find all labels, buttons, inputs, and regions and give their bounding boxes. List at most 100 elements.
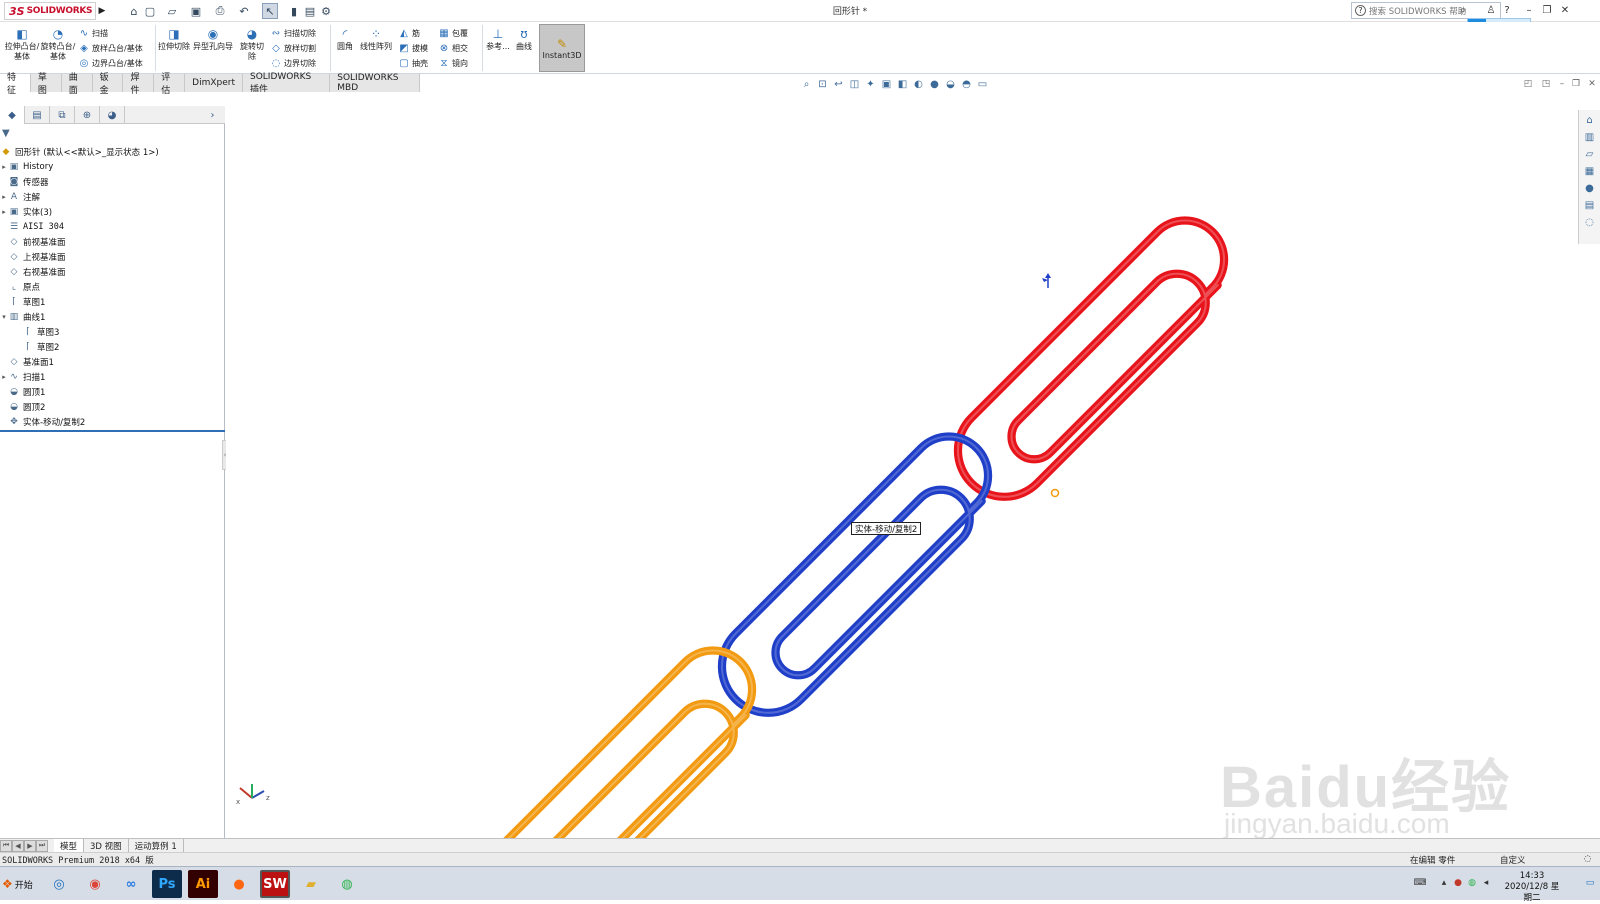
zoom-to-area-icon[interactable]: ⊡ bbox=[816, 78, 829, 91]
viewport-maximize-icon[interactable]: ◳ bbox=[1540, 78, 1552, 90]
curves-button[interactable]: ʊ 曲线 bbox=[512, 26, 536, 52]
tree-item-sketch1[interactable]: ⌈ 草图1 bbox=[0, 294, 225, 309]
tab-evaluate[interactable]: 评估 bbox=[154, 73, 186, 96]
tree-item-right-plane[interactable]: ◇ 右视基准面 bbox=[0, 264, 225, 279]
tree-toggle[interactable]: ▸ bbox=[0, 373, 8, 381]
volume-tray-icon[interactable]: ◂ bbox=[1480, 877, 1492, 889]
last-tab-arrow-icon[interactable]: ⏭ bbox=[36, 839, 48, 852]
select-pointer-icon[interactable]: ↖ bbox=[262, 3, 278, 19]
restore-icon[interactable]: ❐ bbox=[1540, 2, 1554, 18]
tree-item-plane1[interactable]: ◇ 基准面1 bbox=[0, 354, 225, 369]
tree-filter-icon[interactable]: ▼ bbox=[2, 126, 223, 140]
edit-appearance-icon[interactable]: ● bbox=[928, 78, 941, 91]
tab-sketch[interactable]: 草图 bbox=[30, 73, 62, 96]
tree-item-solid-bodies[interactable]: ▸ ▣ 实体(3) bbox=[0, 204, 225, 219]
solidworks-app-icon[interactable]: SW bbox=[260, 870, 290, 898]
extrude-boss-button[interactable]: ◧ 拉伸凸台/基体 bbox=[4, 26, 40, 62]
show-desktop-icon[interactable]: ▭ bbox=[1584, 877, 1596, 889]
fillet-button[interactable]: ◜ 圆角 bbox=[334, 26, 356, 52]
browser-app-icon[interactable]: ◎ bbox=[44, 870, 74, 898]
reference-geometry-button[interactable]: ⊥ 参考... bbox=[485, 26, 511, 52]
instant3d-button[interactable]: ✎ Instant3D bbox=[539, 24, 585, 72]
property-manager-tab-icon[interactable]: ▤ bbox=[25, 106, 50, 124]
wrap-button[interactable]: ▦ 包覆 bbox=[438, 27, 468, 39]
tree-item-move-copy2[interactable]: ✥ 实体-移动/复制2 bbox=[0, 414, 225, 429]
section-view-icon[interactable]: ◫ bbox=[848, 78, 861, 91]
new-document-icon[interactable]: ▢ bbox=[142, 3, 158, 19]
display-manager-tab-icon[interactable]: ◕ bbox=[100, 106, 125, 124]
tab-addins[interactable]: SOLIDWORKS 插件 bbox=[243, 72, 331, 95]
start-button[interactable]: ❖ 开始 bbox=[2, 872, 38, 896]
tree-item-history[interactable]: ▸ ▣ History bbox=[0, 159, 225, 174]
rollback-bar[interactable] bbox=[0, 430, 225, 432]
display-style-icon[interactable]: ◧ bbox=[896, 78, 909, 91]
extrude-cut-button[interactable]: ◨ 拉伸切除 bbox=[158, 26, 190, 52]
minimize-icon[interactable]: – bbox=[1522, 2, 1536, 18]
prev-tab-arrow-icon[interactable]: ◀ bbox=[12, 839, 24, 852]
tree-item-origin[interactable]: ⌞ 原点 bbox=[0, 279, 225, 294]
loft-boss-button[interactable]: ◈ 放样凸台/基体 bbox=[78, 42, 143, 54]
custom-properties-icon[interactable]: ▤ bbox=[1583, 198, 1597, 212]
previous-view-icon[interactable]: ↩ bbox=[832, 78, 845, 91]
tree-item-annotations[interactable]: ▸ A 注解 bbox=[0, 189, 225, 204]
chrome-icon[interactable]: ◉ bbox=[80, 870, 110, 898]
dynamic-annotation-icon[interactable]: ✦ bbox=[864, 78, 877, 91]
boundary-cut-button[interactable]: ◌ 边界切除 bbox=[270, 57, 316, 69]
tree-toggle[interactable]: ▸ bbox=[0, 193, 8, 201]
tab-sheet-metal[interactable]: 钣金 bbox=[92, 73, 124, 96]
viewport-minimize-icon[interactable]: – bbox=[1556, 78, 1568, 90]
sweep-button[interactable]: ∿ 扫描 bbox=[78, 27, 108, 39]
tree-item-dome1[interactable]: ◒ 圆顶1 bbox=[0, 384, 225, 399]
mirror-button[interactable]: ⧖ 镜向 bbox=[438, 57, 468, 69]
tree-item-dome2[interactable]: ◒ 圆顶2 bbox=[0, 399, 225, 414]
menu-expand-icon[interactable]: ▶ bbox=[98, 4, 106, 18]
feature-tree-tab-icon[interactable]: ◆ bbox=[0, 106, 25, 124]
view-settings-icon[interactable]: ◓ bbox=[960, 78, 973, 91]
close-icon[interactable]: ✕ bbox=[1558, 2, 1572, 18]
print-icon[interactable]: ⎙ bbox=[212, 3, 228, 19]
viewport-split-icon[interactable]: ◰ bbox=[1522, 78, 1534, 90]
tree-item-front-plane[interactable]: ◇ 前视基准面 bbox=[0, 234, 225, 249]
file-properties-icon[interactable]: ▤ bbox=[302, 3, 318, 19]
wechat-tray-icon[interactable]: ◍ bbox=[1466, 877, 1478, 889]
tree-item-sketch2[interactable]: ⌈ 草图2 bbox=[0, 339, 225, 354]
selected-point-marker[interactable] bbox=[1050, 488, 1060, 498]
revolve-boss-button[interactable]: ◔ 旋转凸台/基体 bbox=[40, 26, 76, 62]
first-tab-arrow-icon[interactable]: ⏮ bbox=[0, 839, 12, 852]
tab-mbd[interactable]: SOLIDWORKS MBD bbox=[330, 73, 421, 93]
draft-button[interactable]: ◩ 拔模 bbox=[398, 42, 428, 54]
tab-motion-study[interactable]: 运动算例 1 bbox=[129, 838, 184, 853]
cloud-drive-icon[interactable]: ∞ bbox=[116, 870, 146, 898]
tree-toggle[interactable]: ▸ bbox=[0, 208, 8, 216]
move-triad-icon[interactable] bbox=[1042, 273, 1051, 288]
loft-cut-button[interactable]: ◇ 放样切割 bbox=[270, 42, 316, 54]
help-search-input[interactable]: ? 搜索 SOLIDWORKS 帮助 bbox=[1351, 2, 1501, 19]
shell-button[interactable]: ▢ 抽壳 bbox=[398, 57, 428, 69]
view-orientation-icon[interactable]: ▣ bbox=[880, 78, 893, 91]
tree-item-sketch3[interactable]: ⌈ 草图3 bbox=[0, 324, 225, 339]
configuration-manager-tab-icon[interactable]: ⧉ bbox=[50, 106, 75, 124]
tab-surfaces[interactable]: 曲面 bbox=[61, 73, 93, 96]
file-explorer-icon[interactable]: ▱ bbox=[1583, 147, 1597, 161]
tab-features[interactable]: 特征 bbox=[0, 73, 31, 96]
show-hidden-icons[interactable]: ▴ bbox=[1438, 877, 1450, 889]
photoshop-icon[interactable]: Ps bbox=[152, 870, 182, 898]
tree-root[interactable]: ◆ 回形针 (默认<<默认>_显示状态 1>) bbox=[0, 144, 225, 159]
tab-weldments[interactable]: 焊件 bbox=[123, 73, 155, 96]
forum-icon[interactable]: ◌ bbox=[1583, 215, 1597, 229]
solidworks-logo[interactable]: 3S SOLIDWORKS bbox=[4, 2, 96, 20]
next-tab-arrow-icon[interactable]: ▶ bbox=[24, 839, 36, 852]
linear-pattern-button[interactable]: ⁘ 线性阵列 bbox=[358, 26, 394, 52]
tab-model[interactable]: 模型 bbox=[54, 838, 85, 853]
units-status[interactable]: 自定义 bbox=[1500, 854, 1526, 866]
zoom-to-fit-icon[interactable]: ⌕ bbox=[800, 78, 813, 91]
tree-item-top-plane[interactable]: ◇ 上视基准面 bbox=[0, 249, 225, 264]
tab-dimxpert[interactable]: DimXpert bbox=[185, 74, 243, 92]
viewport-restore-icon[interactable]: ❐ bbox=[1570, 78, 1582, 90]
display-monitor-icon[interactable]: ▭ bbox=[976, 78, 989, 91]
search-icon[interactable]: ⌕ bbox=[1456, 2, 1470, 18]
panel-expand-arrow-icon[interactable]: › bbox=[200, 106, 225, 124]
design-library-icon[interactable]: ▥ bbox=[1583, 130, 1597, 144]
user-icon[interactable]: ♙ bbox=[1484, 2, 1498, 18]
tree-item-sensors[interactable]: ◙ 传感器 bbox=[0, 174, 225, 189]
